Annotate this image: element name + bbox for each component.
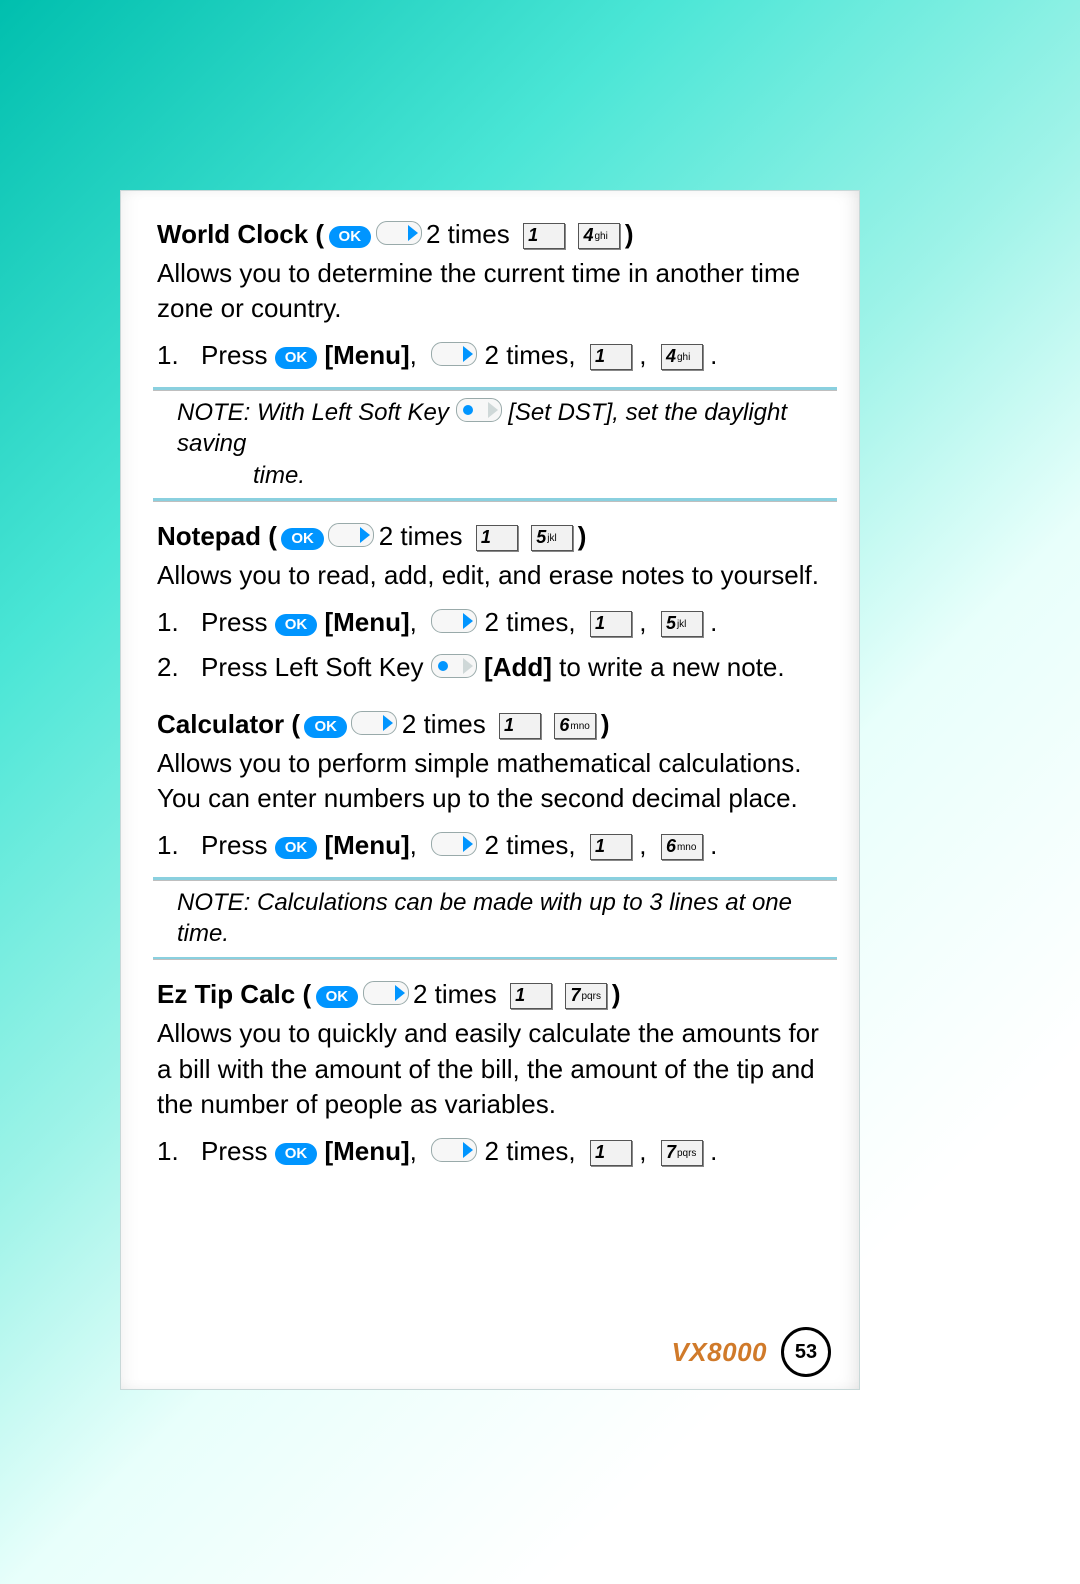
ok-icon: OK — [275, 837, 318, 859]
key-1-icon: 1 — [590, 834, 632, 860]
world-clock-heading: World Clock ( OK 2 times 1 4ghi ) — [157, 219, 827, 250]
calculator-note: NOTE: Calculations can be made with up t… — [157, 881, 827, 955]
key-4-icon: 4ghi — [661, 344, 703, 370]
world-clock-step-1: 1. Press OK [Menu], 2 times, 1 , 4ghi . — [157, 340, 827, 371]
ok-icon: OK — [275, 347, 318, 369]
softkey-right-icon — [328, 523, 374, 547]
key-1-icon: 1 — [590, 611, 632, 637]
key-1-icon: 1 — [590, 344, 632, 370]
softkey-right-icon — [431, 342, 477, 366]
calculator-step-1: 1. Press OK [Menu], 2 times, 1 , 6mno . — [157, 830, 827, 861]
notepad-step-2: 2. Press Left Soft Key [Add] to write a … — [157, 652, 827, 683]
notepad-step-1: 1. Press OK [Menu], 2 times, 1 , 5jkl . — [157, 607, 827, 638]
softkey-right-icon — [431, 609, 477, 633]
two-times-label: 2 times — [413, 979, 497, 1009]
two-times-label: 2 times — [426, 219, 510, 249]
softkey-left-dot-icon — [431, 654, 477, 678]
softkey-right-icon — [351, 711, 397, 735]
world-clock-description: Allows you to determine the current time… — [157, 256, 827, 326]
ok-icon: OK — [304, 716, 347, 738]
step-content: Press OK [Menu], 2 times, 1 , 6mno . — [201, 830, 827, 861]
heading-close-paren: ) — [578, 521, 587, 551]
key-1-icon: 1 — [499, 713, 541, 739]
step-number: 1. — [157, 607, 201, 638]
menu-label: [Menu] — [324, 1136, 409, 1166]
key-1-icon: 1 — [476, 525, 518, 551]
ok-icon: OK — [316, 986, 359, 1008]
softkey-right-icon — [363, 981, 409, 1005]
ok-icon: OK — [281, 528, 324, 550]
notepad-description: Allows you to read, add, edit, and erase… — [157, 558, 827, 593]
model-label: VX8000 — [671, 1337, 767, 1368]
key-1-icon: 1 — [590, 1140, 632, 1166]
key-7-icon: 7pqrs — [565, 983, 607, 1009]
ok-icon: OK — [275, 614, 318, 636]
step-content: Press OK [Menu], 2 times, 1 , 7pqrs . — [201, 1136, 827, 1167]
add-label: [Add] — [484, 652, 552, 682]
softkey-left-dot-icon — [456, 398, 502, 422]
key-7-icon: 7pqrs — [661, 1140, 703, 1166]
calculator-heading: Calculator ( OK 2 times 1 6mno ) — [157, 709, 827, 740]
step-number: 1. — [157, 340, 201, 371]
key-5-icon: 5jkl — [531, 525, 573, 551]
softkey-right-icon — [431, 1138, 477, 1162]
menu-label: [Menu] — [324, 830, 409, 860]
notepad-heading: Notepad ( OK 2 times 1 5jkl ) — [157, 521, 827, 552]
step-content: Press Left Soft Key [Add] to write a new… — [201, 652, 827, 683]
page-footer: VX8000 53 — [671, 1327, 831, 1377]
step-number: 1. — [157, 830, 201, 861]
menu-label: [Menu] — [324, 607, 409, 637]
menu-label: [Menu] — [324, 340, 409, 370]
heading-close-paren: ) — [625, 219, 634, 249]
manual-page: World Clock ( OK 2 times 1 4ghi ) Allows… — [120, 190, 860, 1390]
step-number: 2. — [157, 652, 201, 683]
eztip-description: Allows you to quickly and easily calcula… — [157, 1016, 827, 1121]
eztip-title-text: Ez Tip Calc ( — [157, 979, 311, 1009]
world-clock-title-text: World Clock ( — [157, 219, 324, 249]
page-background: World Clock ( OK 2 times 1 4ghi ) Allows… — [0, 0, 1080, 1584]
heading-close-paren: ) — [601, 709, 610, 739]
key-4-icon: 4ghi — [578, 223, 620, 249]
eztip-heading: Ez Tip Calc ( OK 2 times 1 7pqrs ) — [157, 979, 827, 1010]
key-5-icon: 5jkl — [661, 611, 703, 637]
step-content: Press OK [Menu], 2 times, 1 , 5jkl . — [201, 607, 827, 638]
softkey-right-icon — [431, 832, 477, 856]
key-6-icon: 6mno — [554, 713, 596, 739]
softkey-right-icon — [376, 221, 422, 245]
two-times-label: 2 times — [379, 521, 463, 551]
calculator-description: Allows you to perform simple mathematica… — [157, 746, 827, 816]
calculator-title-text: Calculator ( — [157, 709, 300, 739]
world-clock-note: NOTE: With Left Soft Key [Set DST], set … — [157, 391, 827, 497]
notepad-title-text: Notepad ( — [157, 521, 277, 551]
ok-icon: OK — [329, 226, 372, 248]
key-1-icon: 1 — [523, 223, 565, 249]
page-number: 53 — [781, 1327, 831, 1377]
key-1-icon: 1 — [510, 983, 552, 1009]
eztip-step-1: 1. Press OK [Menu], 2 times, 1 , 7pqrs . — [157, 1136, 827, 1167]
step-content: Press OK [Menu], 2 times, 1 , 4ghi . — [201, 340, 827, 371]
two-times-label: 2 times — [402, 709, 486, 739]
heading-close-paren: ) — [612, 979, 621, 1009]
step-number: 1. — [157, 1136, 201, 1167]
ok-icon: OK — [275, 1143, 318, 1165]
key-6-icon: 6mno — [661, 834, 703, 860]
